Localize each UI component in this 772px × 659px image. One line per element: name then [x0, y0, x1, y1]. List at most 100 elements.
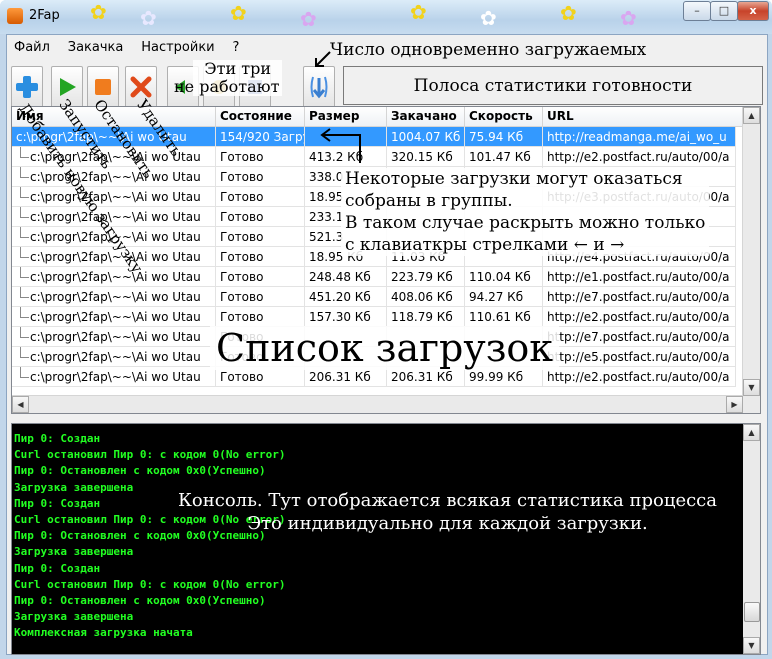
- cell-speed: 99.99 Кб: [465, 367, 543, 387]
- cell-size: 248.48 Кб: [305, 267, 387, 287]
- cell-speed: 75.94 Кб: [465, 127, 543, 147]
- flower-decoration: ✿: [230, 1, 247, 25]
- cell-state: Готово: [216, 227, 305, 247]
- flower-decoration: ✿: [140, 6, 157, 30]
- tree-line: [20, 167, 29, 178]
- flower-decoration: ✿: [560, 1, 577, 25]
- table-row[interactable]: c:\progr\2fap\~~\Ai wo Utau Готово 451.20 …: [12, 287, 736, 307]
- cell-downloaded: 118.79 Кб: [387, 307, 465, 327]
- stop-icon: [95, 79, 111, 95]
- console-scroll-thumb[interactable]: [744, 602, 760, 622]
- console-line: Curl остановил Пир 0: с кодом 0(No error…: [14, 577, 286, 591]
- cell-downloaded: 320.15 Кб: [387, 147, 465, 167]
- cell-state: Готово: [216, 267, 305, 287]
- cell-url: http://e2.postfact.ru/auto/00/a: [543, 307, 736, 327]
- scroll-down-arrow[interactable]: ▼: [743, 379, 760, 396]
- annotation-not-working: Эти три не работают: [174, 60, 283, 96]
- cell-state: Готово: [216, 287, 305, 307]
- console-line: Пир 0: Создан: [14, 432, 101, 445]
- close-button[interactable]: x: [737, 1, 769, 21]
- column-downloaded[interactable]: Закачано: [387, 107, 465, 126]
- menu-help[interactable]: ?: [225, 38, 246, 57]
- column-url[interactable]: URL: [543, 107, 743, 126]
- minimize-button[interactable]: –: [683, 1, 711, 21]
- cell-url: http://e7.postfact.ru/auto/00/a: [543, 327, 736, 347]
- menu-bar: Файл Закачка Настройки ?: [7, 38, 246, 58]
- scroll-right-arrow[interactable]: ▶: [726, 396, 743, 413]
- console-line: Загрузка завершена: [14, 545, 134, 559]
- cell-name: c:\progr\2fap\~~\Ai wo Utau: [12, 367, 216, 387]
- table-row[interactable]: c:\progr\2fap\~~\Ai wo Utau Готово 248.48 …: [12, 267, 736, 287]
- tree-line: [20, 307, 29, 318]
- tree-line: [20, 287, 29, 298]
- cell-state: Готово: [216, 207, 305, 227]
- annotation-groups: Некоторые загрузки могут оказаться собра…: [341, 168, 710, 256]
- tree-line: [20, 267, 29, 278]
- tree-line: [20, 347, 29, 358]
- cell-name: c:\progr\2fap\~~\Ai wo Utau: [12, 347, 216, 367]
- flower-decoration: ✿: [480, 6, 497, 30]
- cell-downloaded: 223.79 Кб: [387, 267, 465, 287]
- tree-line: [20, 147, 29, 158]
- cell-url: http://e5.postfact.ru/auto/00/a: [543, 347, 736, 367]
- cell-name: c:\progr\2fap\~~\Ai wo Utau: [12, 267, 216, 287]
- scroll-left-arrow[interactable]: ◀: [12, 396, 29, 413]
- console-line: Пир 0: Создан: [14, 561, 101, 575]
- cell-size: 157.30 Кб: [305, 307, 387, 327]
- cell-state: Готово: [216, 367, 305, 387]
- scroll-up-arrow[interactable]: ▲: [743, 107, 760, 124]
- plus-icon: [16, 76, 38, 98]
- tree-line: [20, 187, 29, 198]
- updown-arrows-icon: [310, 76, 328, 99]
- flower-decoration: ✿: [300, 7, 317, 31]
- column-speed[interactable]: Скорость: [465, 107, 543, 126]
- cell-url: http://e2.postfact.ru/auto/00/a: [543, 367, 736, 387]
- cell-size: 451.20 Кб: [305, 287, 387, 307]
- table-row[interactable]: c:\progr\2fap\~~\Ai wo Utau Готово 157.30 …: [12, 307, 736, 327]
- maximize-button[interactable]: □: [710, 1, 738, 21]
- cell-downloaded: 408.06 Кб: [387, 287, 465, 307]
- cell-state: Готово: [216, 187, 305, 207]
- list-vertical-scrollbar[interactable]: ▲ ▼: [742, 107, 760, 413]
- cell-speed: 110.61 Кб: [465, 307, 543, 327]
- tree-line: [20, 207, 29, 218]
- column-size[interactable]: Размер: [305, 107, 387, 126]
- menu-settings[interactable]: Настройки: [134, 38, 221, 57]
- annotation-arrow: [315, 51, 331, 67]
- cell-downloaded: 1004.07 Кб: [387, 127, 465, 147]
- column-state[interactable]: Состояние: [216, 107, 305, 126]
- tree-line: [20, 247, 29, 258]
- console-line: Загрузка завершена: [14, 610, 134, 624]
- console-line: Комплексная загрузка начата: [14, 626, 193, 640]
- cell-url: http://e7.postfact.ru/auto/00/a: [543, 287, 736, 307]
- console-output: Пир 0: Создан Curl остановил Пир 0: с код…: [11, 423, 761, 655]
- cell-state: 154/920 Загру: [216, 127, 305, 147]
- console-line: Пир 0: Остановлен с кодом 0x0(Успешно): [14, 464, 266, 478]
- annotation-console: Консоль. Тут отображается всякая статист…: [178, 490, 717, 534]
- cell-speed: 110.04 Кб: [465, 267, 543, 287]
- cell-name: c:\progr\2fap\~~\Ai wo Utau: [12, 187, 216, 207]
- cell-url: http://e1.postfact.ru/auto/00/a: [543, 267, 736, 287]
- flower-decoration: ✿: [410, 0, 427, 24]
- tree-line: [20, 227, 29, 238]
- menu-download[interactable]: Закачка: [61, 38, 131, 57]
- x-icon: [130, 76, 152, 98]
- cell-state: Готово: [216, 147, 305, 167]
- annotation-concurrent: Число одновременно загружаемых: [330, 40, 647, 60]
- list-horizontal-scrollbar[interactable]: ◀ ▶: [12, 395, 743, 413]
- menu-file[interactable]: Файл: [7, 38, 57, 57]
- cell-name: c:\progr\2fap\~~\Ai wo Utau: [12, 307, 216, 327]
- flower-decoration: ✿: [90, 0, 107, 24]
- cell-url: http://e2.postfact.ru/auto/00/a: [543, 147, 736, 167]
- console-scroll-down-arrow[interactable]: ▼: [743, 637, 760, 654]
- cell-name: c:\progr\2fap\~~\Ai wo Utau: [12, 327, 216, 347]
- cell-downloaded: 206.31 Кб: [387, 367, 465, 387]
- concurrency-button[interactable]: [303, 66, 335, 108]
- title-bar[interactable]: ✿ ✿ ✿ ✿ ✿ ✿ ✿ ✿ 2Fap – □ x: [0, 0, 772, 34]
- console-scroll-up-arrow[interactable]: ▲: [743, 424, 760, 441]
- cell-name: c:\progr\2fap\~~\Ai wo Utau: [12, 287, 216, 307]
- console-scrollbar[interactable]: ▲ ▼: [743, 424, 760, 654]
- window-title: 2Fap: [29, 8, 60, 23]
- table-row[interactable]: c:\progr\2fap\~~\Ai wo Utau Готово 206.31 …: [12, 367, 736, 387]
- cell-speed: 94.27 Кб: [465, 287, 543, 307]
